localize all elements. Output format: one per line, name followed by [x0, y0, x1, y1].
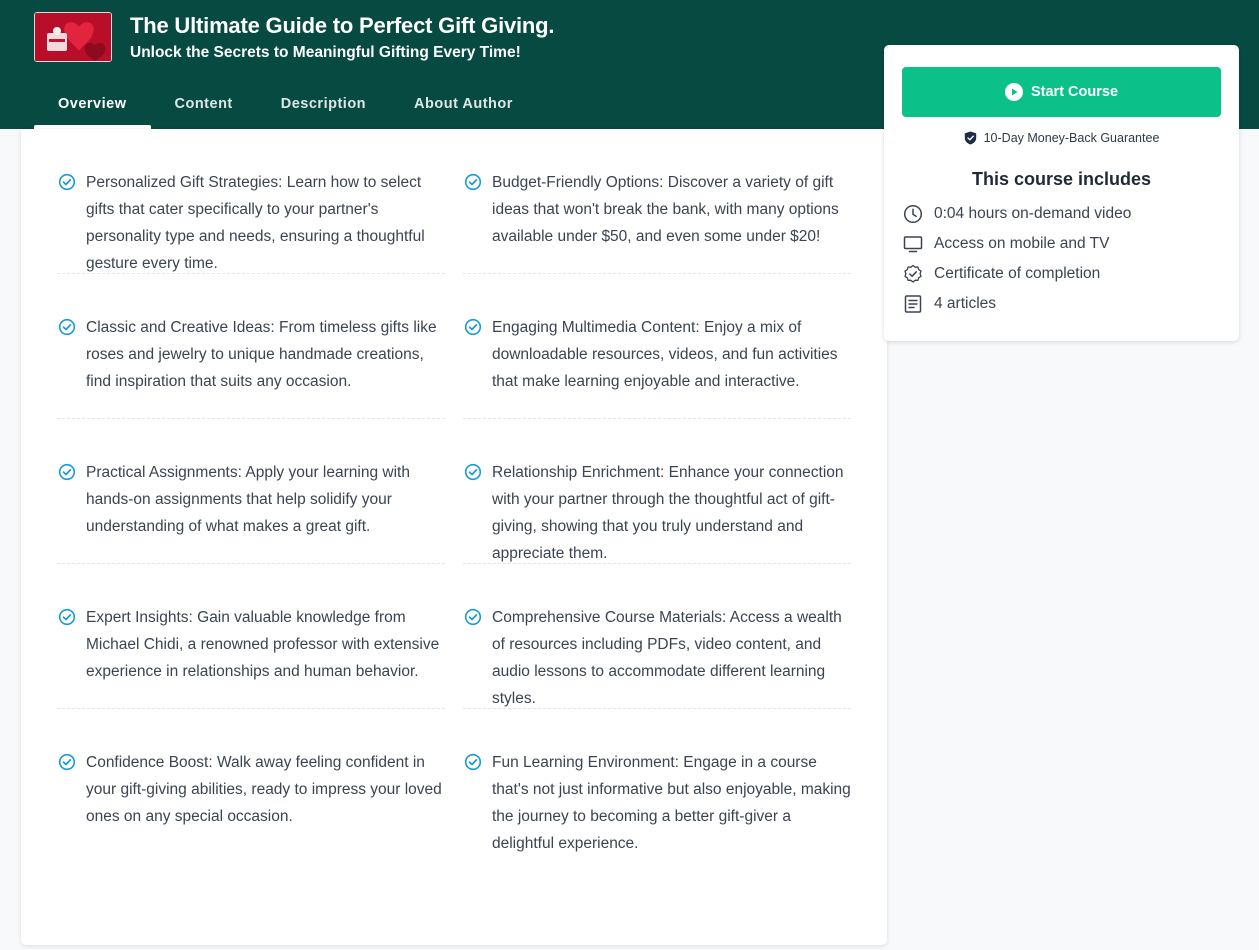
feature-text: Expert Insights: Gain valuable knowledge…: [86, 609, 440, 680]
includes-label: 0:04 hours on-demand video: [934, 205, 1132, 222]
certificate-badge-icon: [904, 264, 922, 283]
feature-text: Relationship Enrichment: Enhance your co…: [492, 464, 844, 562]
shield-check-icon: [964, 131, 976, 145]
includes-label: 4 articles: [934, 295, 997, 312]
feature-item: Comprehensive Course Materials: Access a…: [463, 564, 851, 709]
feature-text: Comprehensive Course Materials: Access a…: [492, 609, 842, 707]
tab-overview[interactable]: Overview: [34, 86, 151, 129]
course-title: The Ultimate Guide to Perfect Gift Givin…: [130, 13, 555, 38]
feature-item: Budget-Friendly Options: Discover a vari…: [463, 129, 851, 274]
includes-item: 0:04 hours on-demand video: [903, 204, 1131, 224]
start-course-label: Start Course: [1030, 84, 1119, 100]
start-course-button[interactable]: Start Course: [902, 67, 1221, 117]
check-circle-icon: [464, 608, 482, 626]
course-subtitle: Unlock the Secrets to Meaningful Gifting…: [130, 44, 521, 61]
feature-item: Relationship Enrichment: Enhance your co…: [463, 419, 851, 564]
course-purchase-card: Start Course 10-Day Money-Back Guarantee…: [884, 45, 1239, 341]
monitor-icon: [903, 236, 923, 253]
feature-text: Budget-Friendly Options: Discover a vari…: [492, 174, 839, 245]
feature-item: Engaging Multimedia Content: Enjoy a mix…: [463, 274, 851, 419]
check-circle-icon: [58, 318, 76, 336]
feature-text: Practical Assignments: Apply your learni…: [86, 464, 410, 535]
check-circle-icon: [58, 173, 76, 191]
feature-text: Fun Learning Environment: Engage in a co…: [492, 754, 851, 852]
feature-text: Confidence Boost: Walk away feeling conf…: [86, 754, 442, 825]
article-icon: [904, 295, 922, 313]
course-thumbnail: [34, 12, 112, 62]
includes-item: 4 articles: [903, 294, 996, 314]
tab-description[interactable]: Description: [257, 86, 390, 129]
feature-item: Expert Insights: Gain valuable knowledge…: [57, 564, 445, 709]
tab-content[interactable]: Content: [151, 86, 257, 129]
play-circle-icon: [1004, 83, 1023, 101]
check-circle-icon: [464, 173, 482, 191]
course-tabs: Overview Content Description About Autho…: [34, 86, 537, 129]
check-circle-icon: [58, 753, 76, 771]
includes-item: Access on mobile and TV: [903, 234, 1109, 254]
includes-title: This course includes: [971, 169, 1152, 189]
includes-label: Access on mobile and TV: [934, 235, 1110, 252]
check-circle-icon: [464, 318, 482, 336]
guarantee-text: 10-Day Money-Back Guarantee: [983, 131, 1160, 145]
feature-text: Personalized Gift Strategies: Learn how …: [86, 174, 425, 272]
tab-about-author[interactable]: About Author: [390, 86, 537, 129]
check-circle-icon: [58, 608, 76, 626]
check-circle-icon: [58, 463, 76, 481]
includes-item: Certificate of completion: [903, 264, 1100, 284]
feature-item: Practical Assignments: Apply your learni…: [57, 419, 445, 564]
feature-item: Classic and Creative Ideas: From timeles…: [57, 274, 445, 419]
feature-text: Engaging Multimedia Content: Enjoy a mix…: [492, 319, 838, 390]
feature-item: Confidence Boost: Walk away feeling conf…: [57, 709, 445, 854]
money-back-guarantee: 10-Day Money-Back Guarantee: [884, 131, 1239, 145]
check-circle-icon: [464, 753, 482, 771]
clock-icon: [903, 204, 923, 224]
feature-item: Fun Learning Environment: Engage in a co…: [463, 709, 851, 854]
overview-panel: Personalized Gift Strategies: Learn how …: [21, 129, 887, 945]
includes-label: Certificate of completion: [934, 265, 1101, 282]
feature-item: Personalized Gift Strategies: Learn how …: [57, 129, 445, 274]
check-circle-icon: [464, 463, 482, 481]
feature-text: Classic and Creative Ideas: From timeles…: [86, 319, 437, 390]
